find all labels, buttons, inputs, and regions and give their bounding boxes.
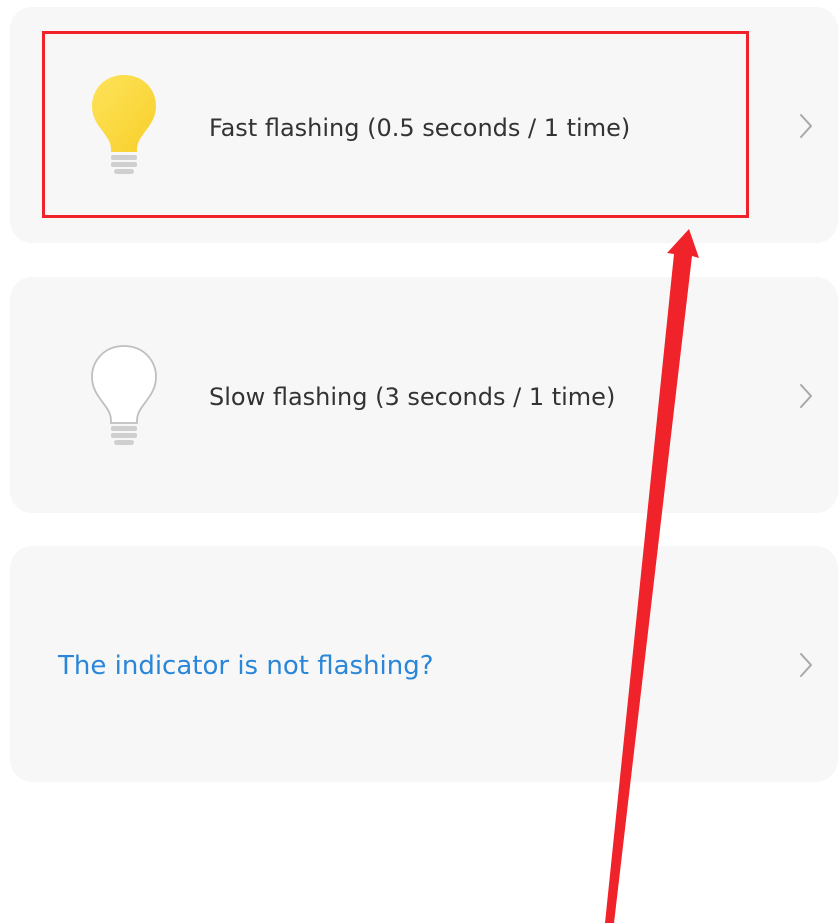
help-not-flashing[interactable]: The indicator is not flashing? <box>10 546 838 782</box>
option-label: Fast flashing (0.5 seconds / 1 time) <box>209 114 631 142</box>
chevron-right-icon <box>800 653 812 677</box>
option-slow-flashing[interactable]: Slow flashing (3 seconds / 1 time) <box>10 277 838 513</box>
lightbulb-lit-icon <box>92 75 156 174</box>
lightbulb-off-icon <box>91 345 157 445</box>
chevron-right-icon <box>800 114 812 138</box>
option-label: Slow flashing (3 seconds / 1 time) <box>209 383 616 411</box>
indicator-status-page: Fast flashing (0.5 seconds / 1 time) Slo… <box>0 0 838 923</box>
chevron-right-icon <box>800 384 812 408</box>
help-link-label[interactable]: The indicator is not flashing? <box>58 650 434 682</box>
option-fast-flashing[interactable]: Fast flashing (0.5 seconds / 1 time) <box>10 7 838 243</box>
